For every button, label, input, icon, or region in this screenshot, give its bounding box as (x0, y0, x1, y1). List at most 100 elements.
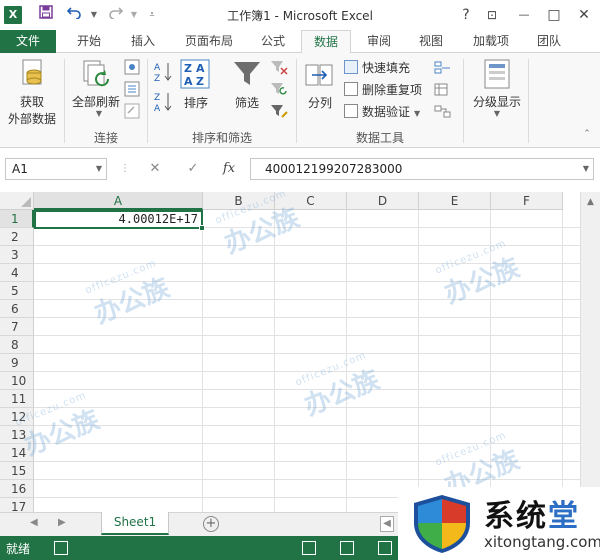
close-button[interactable]: ✕ (572, 4, 596, 26)
tab-view[interactable]: 视图 (406, 30, 456, 53)
row-header-16[interactable]: 16 (0, 480, 34, 498)
fill-handle[interactable] (199, 225, 205, 231)
column-header-d[interactable]: D (347, 192, 419, 210)
text-to-columns-button[interactable]: 分列 (302, 94, 338, 111)
row-header-8[interactable]: 8 (0, 336, 34, 354)
scroll-up-icon[interactable]: ▲ (581, 194, 600, 210)
row-header-10[interactable]: 10 (0, 372, 34, 390)
filter-button[interactable]: 筛选 (228, 94, 266, 111)
tab-review[interactable]: 审阅 (354, 30, 404, 53)
page-break-view-icon[interactable] (378, 541, 392, 555)
connections-icon[interactable] (124, 59, 140, 78)
customize-quick-access-icon[interactable]: ⩡ (142, 5, 162, 25)
tab-file[interactable]: 文件 (0, 30, 56, 53)
watermark-url: officezu.com (293, 349, 369, 389)
name-box[interactable]: A1 ▼ (5, 158, 107, 180)
flash-fill-button[interactable]: 快速填充 (344, 58, 410, 78)
tab-page-layout[interactable]: 页面布局 (176, 30, 242, 53)
vertical-scrollbar[interactable]: ▲ (580, 192, 600, 512)
row-header-4[interactable]: 4 (0, 264, 34, 282)
hscroll-left-icon[interactable]: ◀ (380, 516, 394, 532)
refresh-all-button[interactable]: 全部刷新 (70, 93, 122, 110)
save-icon[interactable] (36, 5, 56, 25)
clear-filter-icon[interactable] (270, 59, 288, 78)
column-header-e[interactable]: E (419, 192, 491, 210)
normal-view-icon[interactable] (302, 541, 316, 555)
row-header-15[interactable]: 15 (0, 462, 34, 480)
row-header-17[interactable]: 17 (0, 498, 34, 512)
ribbon-tabs: 文件 开始 插入 页面布局 公式 数据 审阅 视图 加载项 团队 (0, 30, 600, 54)
refresh-dropdown-icon[interactable]: ▼ (94, 109, 104, 118)
macro-record-icon[interactable] (54, 541, 68, 555)
sort-button[interactable]: 排序 (178, 94, 214, 111)
name-box-value: A1 (12, 162, 28, 176)
properties-icon[interactable] (124, 81, 140, 100)
sheet-next-icon[interactable]: ▶ (58, 517, 66, 528)
data-validation-icon (344, 104, 358, 118)
redo-dropdown-icon[interactable]: ▼ (124, 5, 144, 25)
sort-descending-icon[interactable]: ZA (154, 91, 174, 116)
edit-links-icon[interactable] (124, 103, 140, 122)
worksheet-grid[interactable]: ABCDEF 1 2 3 4 5 6 7 8 9 10 11 12 13 14 15 16 17 4.00012… (0, 192, 580, 512)
get-external-data-button[interactable]: 获取 外部数据 (2, 93, 62, 127)
ribbon: 获取 外部数据 全部刷新 ▼ 连接 AZ ZA ZAAZ 排序 筛选 排序和筛选 (0, 53, 600, 148)
row-header-3[interactable]: 3 (0, 246, 34, 264)
name-box-dropdown-icon[interactable]: ▼ (96, 159, 102, 179)
column-header-f[interactable]: F (491, 192, 563, 210)
sheet-prev-icon[interactable]: ◀ (30, 517, 38, 528)
tab-insert[interactable]: 插入 (118, 30, 168, 53)
insert-function-icon[interactable]: fx (218, 158, 240, 180)
gridline-horizontal (34, 335, 580, 336)
outline-dropdown-icon[interactable]: ▼ (492, 109, 502, 118)
undo-dropdown-icon[interactable]: ▼ (84, 5, 104, 25)
row-header-14[interactable]: 14 (0, 444, 34, 462)
cell-a1[interactable]: 4.00012E+17 (34, 210, 205, 231)
column-header-a[interactable]: A (34, 192, 203, 210)
collapse-ribbon-icon[interactable]: ⌃ (580, 129, 594, 139)
enter-icon[interactable]: ✓ (182, 158, 204, 180)
relationships-icon[interactable] (434, 105, 452, 122)
outline-button[interactable]: 分级显示 (468, 93, 526, 110)
advanced-filter-icon[interactable] (270, 103, 288, 122)
row-header-2[interactable]: 2 (0, 228, 34, 246)
tab-formulas[interactable]: 公式 (248, 30, 298, 53)
remove-duplicates-button[interactable]: 删除重复项 (344, 80, 422, 100)
row-header-7[interactable]: 7 (0, 318, 34, 336)
tab-add-ins[interactable]: 加载项 (462, 30, 520, 53)
tab-data[interactable]: 数据 (301, 30, 351, 54)
excel-app-icon[interactable]: X (4, 6, 22, 24)
sort-ascending-icon[interactable]: AZ (154, 61, 174, 86)
row-header-6[interactable]: 6 (0, 300, 34, 318)
select-all-corner[interactable] (0, 192, 34, 210)
row-header-9[interactable]: 9 (0, 354, 34, 372)
page-layout-view-icon[interactable] (340, 541, 354, 555)
add-sheet-button[interactable]: + (203, 516, 219, 532)
row-header-11[interactable]: 11 (0, 390, 34, 408)
reapply-filter-icon[interactable] (270, 81, 288, 100)
row-header-13[interactable]: 13 (0, 426, 34, 444)
row-header-12[interactable]: 12 (0, 408, 34, 426)
sheet-tab-sheet1[interactable]: Sheet1 (101, 512, 169, 535)
redo-icon[interactable] (106, 5, 126, 25)
undo-icon[interactable] (64, 5, 84, 25)
row-header-1[interactable]: 1 (0, 210, 34, 228)
get-external-data-icon (20, 59, 46, 92)
flash-fill-label: 快速填充 (362, 61, 411, 75)
ribbon-display-options-button[interactable]: ⊡ (480, 4, 504, 26)
cancel-icon[interactable]: ✕ (144, 158, 166, 180)
data-validation-button[interactable]: 数据验证 ▼ (344, 102, 420, 122)
tab-team[interactable]: 团队 (524, 30, 574, 53)
gridline-horizontal (34, 443, 580, 444)
minimize-button[interactable]: — (512, 4, 536, 26)
row-header-5[interactable]: 5 (0, 282, 34, 300)
consolidate-icon[interactable] (434, 61, 452, 78)
tab-home[interactable]: 开始 (64, 30, 114, 53)
expand-formula-bar-icon[interactable]: ▼ (583, 159, 589, 179)
get-external-data-label-2: 外部数据 (7, 112, 56, 126)
column-header-b[interactable]: B (203, 192, 275, 210)
maximize-button[interactable]: □ (542, 4, 566, 26)
formula-input[interactable]: 400012199207283000 ▼ (250, 158, 594, 180)
column-header-c[interactable]: C (275, 192, 347, 210)
what-if-analysis-icon[interactable] (434, 83, 452, 100)
help-button[interactable]: ? (454, 4, 478, 26)
